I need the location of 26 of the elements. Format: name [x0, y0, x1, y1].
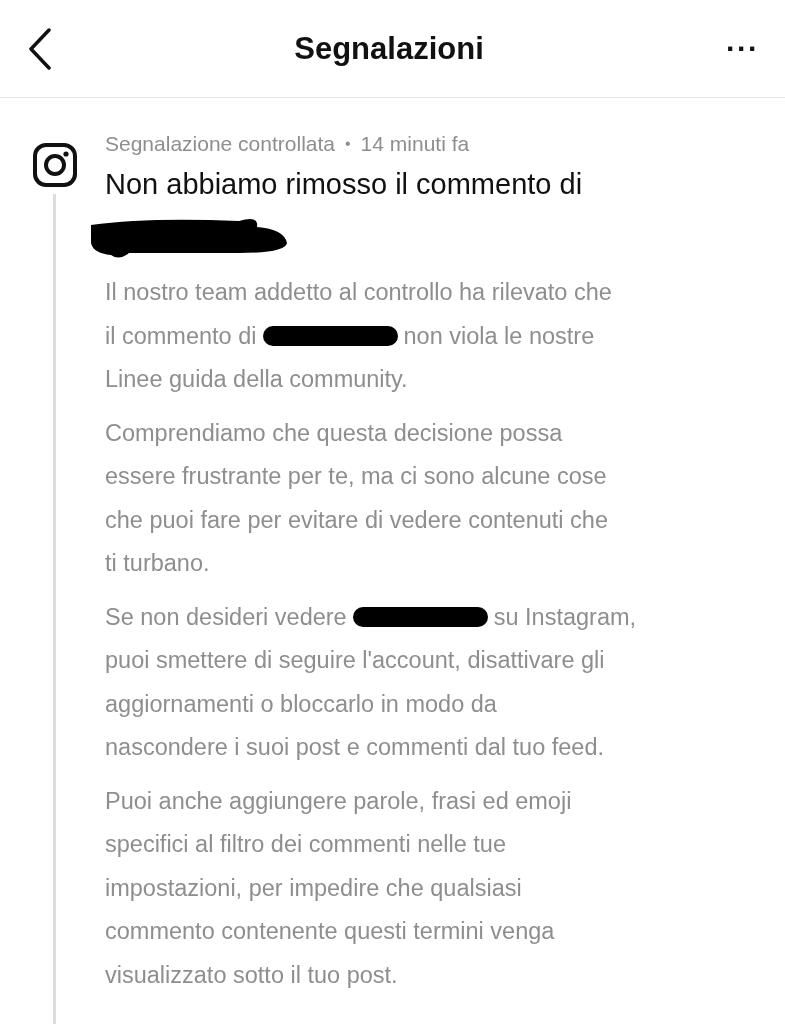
page-title: Segnalazioni: [294, 30, 484, 67]
more-button[interactable]: ···: [726, 31, 759, 66]
body-text: che puoi fare per evitare di vedere contenuti che: [105, 505, 608, 535]
report-title: Non abbiamo rimosso il commento di: [105, 168, 584, 201]
timestamp: 14 minuti fa: [360, 132, 470, 156]
separator-dot: •: [345, 135, 351, 153]
body-text: impostazioni, per impedire che qualsiasi: [105, 873, 522, 903]
body-text: ti turbano.: [105, 549, 210, 578]
body-text: visualizzato sotto il tuo post.: [105, 960, 398, 990]
body-text: Linee guida della community.: [105, 365, 408, 394]
report-status: Segnalazione controllata: [105, 132, 335, 156]
camera-icon: [31, 142, 78, 188]
body-text: Comprendiamo che questa decisione possa: [105, 418, 563, 448]
body-text: Se non desideri vedere: [105, 602, 347, 632]
body-text: Puoi anche aggiungere parole, frasi ed emoji: [105, 786, 572, 816]
body-text: nascondere i suoi post e commenti dal tuo feed.: [105, 733, 605, 762]
body-text: specifici al filtro dei commenti nelle tue: [105, 830, 506, 859]
body-text: puoi smettere di seguire l'account, disattivare gli: [105, 646, 605, 675]
body-text: aggiornamenti o bloccarlo in modo da: [105, 689, 497, 719]
body-text: essere frustrante per te, ma ci sono alcune cose: [105, 462, 607, 491]
body-text: non viola le nostre: [403, 321, 595, 351]
body-text: il commento di: [105, 321, 257, 351]
body-text: Il nostro team addetto al controllo ha rilevato che: [105, 278, 612, 307]
back-icon[interactable]: [28, 27, 52, 70]
body-text: su Instagram,: [493, 602, 637, 632]
body-text: commento contenente questi termini venga: [105, 917, 555, 946]
